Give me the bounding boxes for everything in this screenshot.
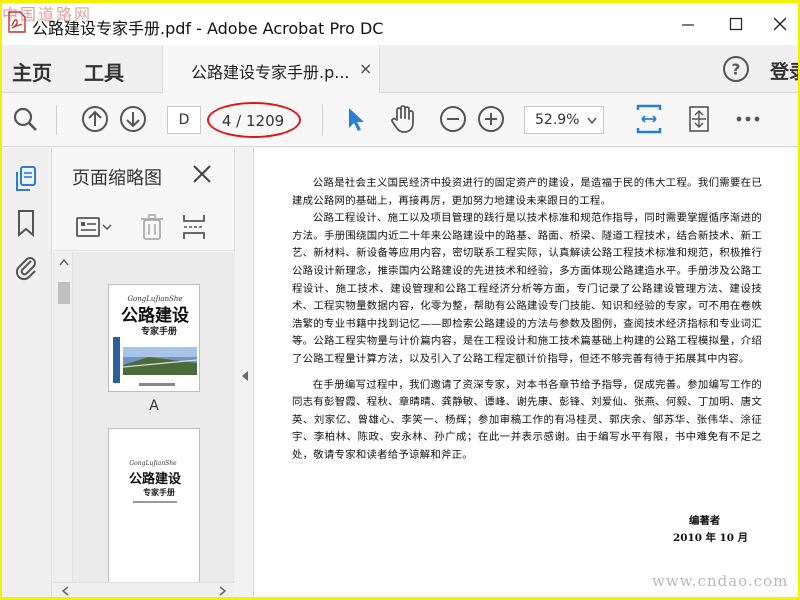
left-navigation-rail (2, 148, 52, 597)
paragraph: 公路是社会主义国民经济中投资进行的固定资产的建设，是造福于民的伟大工程。我们需要… (292, 177, 762, 207)
toolbar-divider (322, 105, 323, 135)
zoom-in-icon (478, 106, 504, 132)
tab-bar: 主页 工具 公路建设专家手册.p... × ? 登录 (2, 45, 798, 93)
paragraph: 在手册编写过程中，我们邀请了资深专家，对本书各章节给予指导，促成完善。参加编写工… (292, 378, 762, 461)
highlight-annotation-ellipse (207, 102, 301, 138)
panel-close-button[interactable] (189, 161, 215, 187)
page-break-icon[interactable] (181, 213, 207, 241)
main-toolbar: D 4 / 1209 52.9% (2, 93, 798, 147)
page-content: 公路是社会主义国民经济中投资进行的固定资产的建设，是造福于民的伟大工程。我们需要… (292, 175, 762, 465)
minimize-button[interactable] (666, 9, 710, 39)
close-window-button[interactable] (758, 9, 798, 39)
title-page-thumbnail: GongLuJianShe 公路建设 专家手册 (109, 429, 199, 587)
page-thumbnail[interactable]: GongLuJianShe 公路建设 专家手册 (108, 284, 200, 392)
thumbnail-label: A (149, 398, 159, 414)
help-icon[interactable]: ? (722, 55, 750, 83)
cover-subtitle: 专家手册 (141, 325, 177, 337)
toolbar-divider (56, 105, 57, 135)
fit-page-button[interactable] (634, 104, 664, 134)
app-window: 中国道路网 公路建设专家手册.pdf - Adobe Acrobat Pro D… (2, 3, 798, 597)
cover-pinyin: GongLuJianShe (129, 460, 177, 467)
chevron-right-icon[interactable] (219, 586, 227, 596)
hand-tool-button[interactable] (388, 104, 418, 134)
paperclip-icon (15, 257, 36, 281)
cover-title: 公路建设 (129, 471, 182, 487)
expand-page-icon (689, 106, 709, 132)
zoom-out-icon (440, 106, 466, 132)
page-number-input[interactable]: D (167, 106, 201, 134)
tab-document-label: 公路建设专家手册.p... (191, 63, 350, 82)
attachments-button[interactable] (12, 252, 40, 282)
zoom-value: 52.9% (535, 112, 580, 128)
scrollbar-thumb[interactable] (58, 282, 70, 304)
cover-title: 公路建设 (121, 305, 189, 326)
page-thumbnail[interactable]: GongLuJianShe 公路建设 专家手册 (108, 428, 200, 588)
chevron-down-icon (587, 117, 597, 125)
panel-title: 页面缩略图 (72, 168, 162, 189)
zoom-select[interactable]: 52.9% (524, 106, 604, 134)
thumbnail-options-icon[interactable] (75, 215, 115, 239)
maximize-button[interactable] (714, 9, 758, 39)
svg-text:?: ? (732, 61, 741, 79)
cover-pinyin: GongLuJianShe (127, 295, 182, 303)
full-screen-button[interactable] (684, 104, 714, 134)
arrow-down-circle-icon (120, 106, 146, 132)
next-page-button[interactable] (118, 104, 148, 134)
date: 2010 年 10 月 (673, 532, 749, 544)
chevron-left-icon[interactable] (61, 586, 69, 596)
minimize-icon (682, 24, 694, 26)
zoom-in-button[interactable] (476, 104, 506, 134)
more-dots-icon (736, 116, 760, 122)
close-icon (773, 17, 787, 31)
select-tool-button[interactable] (340, 104, 370, 134)
sign-in-link[interactable]: 登录 (770, 57, 798, 84)
hand-icon (391, 105, 414, 133)
arrow-up-circle-icon (82, 106, 108, 132)
book-cover-thumbnail: GongLuJianShe 公路建设 专家手册 (109, 285, 199, 391)
signature: 编著者 (689, 515, 721, 527)
cover-subtitle: 专家手册 (143, 487, 175, 497)
tab-document[interactable]: 公路建设专家手册.p... × (162, 45, 380, 93)
panel-collapse-handle[interactable] (236, 148, 254, 597)
cursor-arrow-icon (349, 108, 364, 131)
maximize-icon (729, 17, 743, 31)
window-title: 公路建设专家手册.pdf - Adobe Acrobat Pro DC (32, 19, 384, 38)
page-thumbnails-button[interactable] (12, 164, 40, 194)
paragraph: 公路工程设计、施工以及项目管理的践行是以技术标准和规范作指导，同时需要掌握循序渐… (292, 212, 762, 365)
tab-home[interactable]: 主页 (12, 57, 52, 86)
page-thumbnails-icon (16, 166, 36, 191)
fit-width-icon (636, 104, 662, 134)
thumbnail-panel: 页面缩略图 GongLuJianShe 公路建设 专家手册 A GongLuJi… (53, 148, 235, 597)
bookmark-icon (18, 210, 34, 237)
more-tools-button[interactable] (733, 104, 763, 134)
collapse-arrow-icon (242, 371, 248, 381)
thumbnail-scrollbar[interactable] (55, 252, 73, 597)
close-icon (193, 165, 211, 183)
bookmarks-button[interactable] (12, 208, 40, 238)
document-viewer[interactable]: 公路是社会主义国民经济中投资进行的固定资产的建设，是造福于民的伟大工程。我们需要… (255, 148, 798, 597)
tab-tools[interactable]: 工具 (84, 57, 124, 86)
thumbnail-list[interactable]: GongLuJianShe 公路建设 专家手册 A GongLuJianShe … (53, 252, 235, 597)
panel-toolbar (53, 203, 235, 251)
zoom-out-button[interactable] (438, 104, 468, 134)
site-watermark: www.cndao.com (652, 572, 789, 590)
horizontal-scrollbar[interactable] (53, 582, 235, 597)
search-icon (13, 107, 37, 131)
previous-page-button[interactable] (80, 104, 110, 134)
search-button[interactable] (10, 104, 40, 134)
trash-icon[interactable] (139, 213, 165, 241)
chevron-up-icon[interactable] (59, 258, 69, 266)
title-bar: 中国道路网 公路建设专家手册.pdf - Adobe Acrobat Pro D… (2, 3, 798, 45)
tab-close-button[interactable]: × (359, 59, 372, 78)
